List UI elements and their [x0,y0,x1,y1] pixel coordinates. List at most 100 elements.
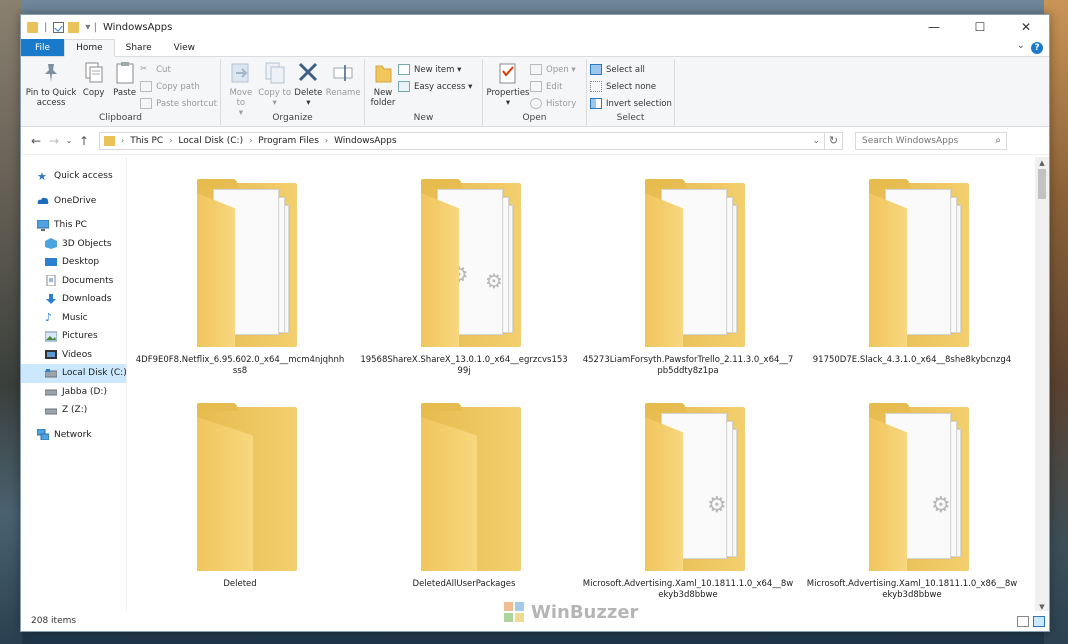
document-icon [45,274,57,287]
paste-shortcut-button[interactable]: Paste shortcut [140,96,217,111]
nav-music[interactable]: ♪ Music [21,309,126,328]
nav-jabba[interactable]: Jabba (D:) [21,383,126,402]
breadcrumb-program-files[interactable]: Program Files [258,136,319,146]
paste-shortcut-icon [140,98,153,109]
pin-icon [40,61,62,85]
tab-home[interactable]: Home [64,39,115,57]
select-all-button[interactable]: Select all [590,62,672,77]
history-button[interactable]: History [530,96,576,111]
address-bar[interactable]: › This PC › Local Disk (C:) › Program Fi… [99,131,843,150]
address-dropdown-icon[interactable]: ⌄ [812,133,820,149]
explorer-window: | ▾ | WindowsApps — ☐ ✕ File Home Share … [20,14,1050,632]
folder-gears-icon: ⚙ ⚙ ⚙ [399,179,529,349]
nav-3d-objects[interactable]: 3D Objects [21,235,126,254]
copy-path-button[interactable]: Copy path [140,79,217,94]
select-all-icon [590,64,602,75]
nav-onedrive[interactable]: OneDrive [21,192,126,211]
folder-docs-icon [175,179,305,349]
open-button[interactable]: Open ▾ [530,62,576,77]
easy-access-button[interactable]: Easy access ▾ [398,79,472,94]
status-bar: 208 items WinBuzzer [21,602,1049,631]
window-title: WindowsApps [102,21,173,33]
help-icon[interactable]: ? [1031,42,1043,54]
nav-videos[interactable]: Videos [21,346,126,365]
recent-chevron-icon[interactable]: ⌄ [63,136,75,145]
nav-desktop[interactable]: Desktop [21,253,126,272]
history-icon [530,98,542,109]
folder-empty-icon [399,403,529,573]
minimize-button[interactable]: — [911,15,957,39]
folder-item[interactable]: DeletedAllUserPackages [352,403,576,590]
nav-pictures[interactable]: Pictures [21,327,126,346]
forward-arrow-icon[interactable]: → [45,134,63,148]
group-label-open: Open [522,113,547,123]
properties-quick-icon[interactable] [53,21,65,33]
folder-item[interactable]: Deleted [128,403,352,590]
chevron-right-icon[interactable]: › [121,136,124,145]
quick-access-dropdown-icon[interactable]: ▾ | [85,22,97,33]
close-button[interactable]: ✕ [1003,15,1049,39]
edit-button[interactable]: Edit [530,79,576,94]
breadcrumb-this-pc[interactable]: This PC [130,136,163,146]
maximize-button[interactable]: ☐ [957,15,1003,39]
large-icons-view-icon[interactable] [1033,616,1045,627]
drive-icon [44,386,58,397]
scroll-up-icon[interactable]: ▲ [1035,159,1049,167]
invert-selection-button[interactable]: Invert selection [590,96,672,111]
folder-item[interactable]: ⚙ Microsoft.Advertising.Xaml_10.1811.1.0… [576,403,800,601]
tab-file[interactable]: File [21,39,65,56]
nav-downloads[interactable]: Downloads [21,290,126,309]
folder-item[interactable]: 91750D7E.Slack_4.3.1.0_x64__8she8kybcnzg… [800,179,1024,366]
chevron-right-icon[interactable]: › [169,136,172,145]
group-open: Properties ▾ Open ▾ Edit History Open [483,59,587,125]
group-clipboard: Pin to Quick access Copy Paste ✂ Cut Copy… [21,59,221,125]
nav-quick-access[interactable]: ★ Quick access [21,167,126,186]
delete-icon [297,61,319,85]
group-new: New folder New item ▾ Easy access ▾ New [365,59,483,125]
scrollbar-thumb[interactable] [1038,169,1046,199]
chevron-right-icon[interactable]: › [249,136,252,145]
new-folder-quick-icon[interactable] [68,21,80,33]
group-label-clipboard: Clipboard [99,113,142,123]
search-box[interactable]: ⌕ [855,131,1007,150]
scroll-down-icon[interactable]: ▼ [1035,603,1049,611]
back-arrow-icon[interactable]: ← [27,134,45,148]
chevron-down-icon[interactable]: ⌄ [1017,40,1025,51]
nav-documents[interactable]: Documents [21,272,126,291]
breadcrumb-local-disk[interactable]: Local Disk (C:) [178,136,243,146]
refresh-icon[interactable]: ↻ [824,132,842,149]
navigation-pane: ★ Quick access OneDrive This PC 3D Object… [21,157,127,613]
paste-icon [114,61,136,85]
breadcrumb-windowsapps[interactable]: WindowsApps [334,136,396,146]
item-count: 208 items [31,616,77,626]
ribbon-tabs: File Home Share View ⌄ ? [21,39,1049,57]
folder-name: Microsoft.Advertising.Xaml_10.1811.1.0_x… [582,579,794,600]
download-icon [45,293,57,305]
cut-button[interactable]: ✂ Cut [140,62,217,77]
address-folder-icon [104,135,115,146]
select-none-button[interactable]: Select none [590,79,672,94]
search-input[interactable] [862,135,992,146]
edit-icon [530,81,542,92]
nav-z-drive[interactable]: Z (Z:) [21,401,126,420]
up-arrow-icon[interactable]: ↑ [75,134,93,148]
vertical-scrollbar[interactable]: ▲ ▼ [1035,157,1049,613]
folder-item[interactable]: 4DF9E0F8.Netflix_6.95.602.0_x64__mcm4njq… [128,179,352,377]
folder-item[interactable]: ⚙ Microsoft.Advertising.Xaml_10.1811.1.0… [800,403,1024,601]
tab-view[interactable]: View [163,39,206,56]
folder-icon [27,21,38,33]
computer-icon [36,219,50,231]
nav-this-pc[interactable]: This PC [21,216,126,235]
pictures-icon [44,331,58,342]
new-item-button[interactable]: New item ▾ [398,62,472,77]
folder-item[interactable]: ⚙ ⚙ ⚙ 19568ShareX.ShareX_13.0.1.0_x64__e… [352,179,576,377]
details-view-icon[interactable] [1017,616,1029,627]
nav-local-disk[interactable]: Local Disk (C:) [21,364,127,383]
star-icon: ★ [37,169,47,183]
nav-network[interactable]: Network [21,426,126,445]
folder-name: Microsoft.Advertising.Xaml_10.1811.1.0_x… [806,579,1018,600]
tab-share[interactable]: Share [115,39,163,56]
chevron-right-icon[interactable]: › [325,136,328,145]
ribbon: Pin to Quick access Copy Paste ✂ Cut Copy… [21,57,1049,127]
folder-item[interactable]: 45273LiamForsyth.PawsforTrello_2.11.3.0_… [576,179,800,377]
